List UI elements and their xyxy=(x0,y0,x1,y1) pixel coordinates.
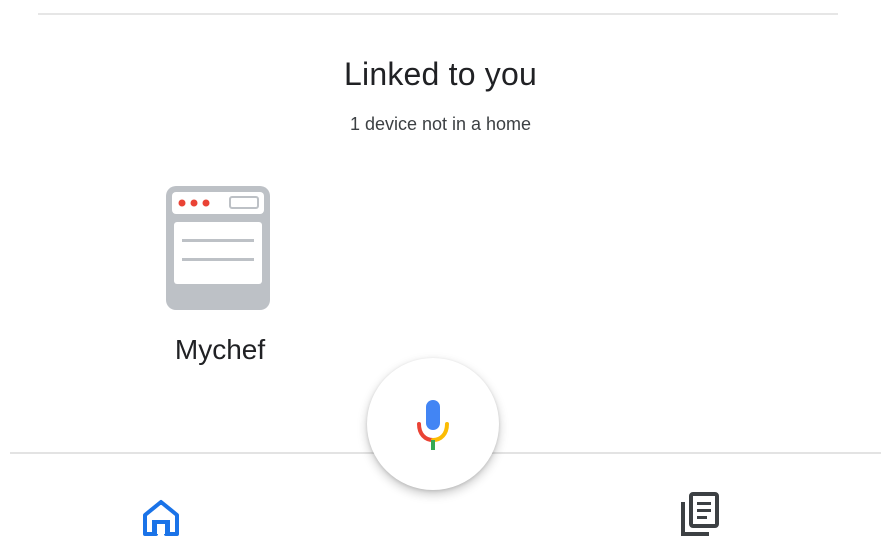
home-icon xyxy=(143,500,179,536)
section-title: Linked to you xyxy=(344,56,537,92)
device-label: Mychef xyxy=(174,334,266,365)
section-subtitle: 1 device not in a home xyxy=(349,114,532,134)
nav-feed-tab[interactable] xyxy=(677,490,727,543)
mic-icon xyxy=(417,400,449,450)
assistant-mic-button[interactable] xyxy=(367,358,499,490)
nav-home-tab[interactable] xyxy=(140,496,190,543)
feed-icon xyxy=(681,492,719,536)
top-divider xyxy=(38,13,838,15)
oven-icon xyxy=(166,186,270,310)
device-tile-mychef[interactable]: Mychef xyxy=(150,180,290,375)
home-screen: Linked to you 1 device not in a home Myc… xyxy=(0,0,881,543)
